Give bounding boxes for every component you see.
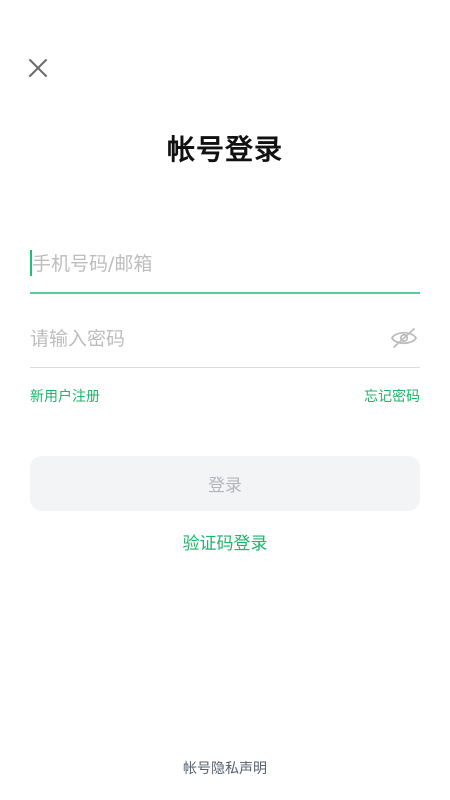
- close-button[interactable]: [24, 54, 52, 82]
- close-icon: [29, 59, 47, 77]
- eye-hidden-icon: [390, 328, 418, 348]
- login-button[interactable]: 登录: [30, 456, 420, 511]
- password-input[interactable]: [30, 315, 370, 363]
- account-field[interactable]: [30, 240, 420, 294]
- account-input[interactable]: [32, 240, 372, 288]
- password-field[interactable]: [30, 315, 420, 368]
- register-link[interactable]: 新用户注册: [30, 386, 100, 408]
- page-title: 帐号登录: [166, 133, 283, 166]
- code-login-link[interactable]: 验证码登录: [0, 531, 450, 557]
- forgot-password-link[interactable]: 忘记密码: [364, 386, 420, 408]
- password-visibility-toggle[interactable]: [390, 327, 418, 349]
- auth-links: 新用户注册 忘记密码: [30, 386, 420, 408]
- privacy-statement-link[interactable]: 帐号隐私声明: [0, 758, 450, 780]
